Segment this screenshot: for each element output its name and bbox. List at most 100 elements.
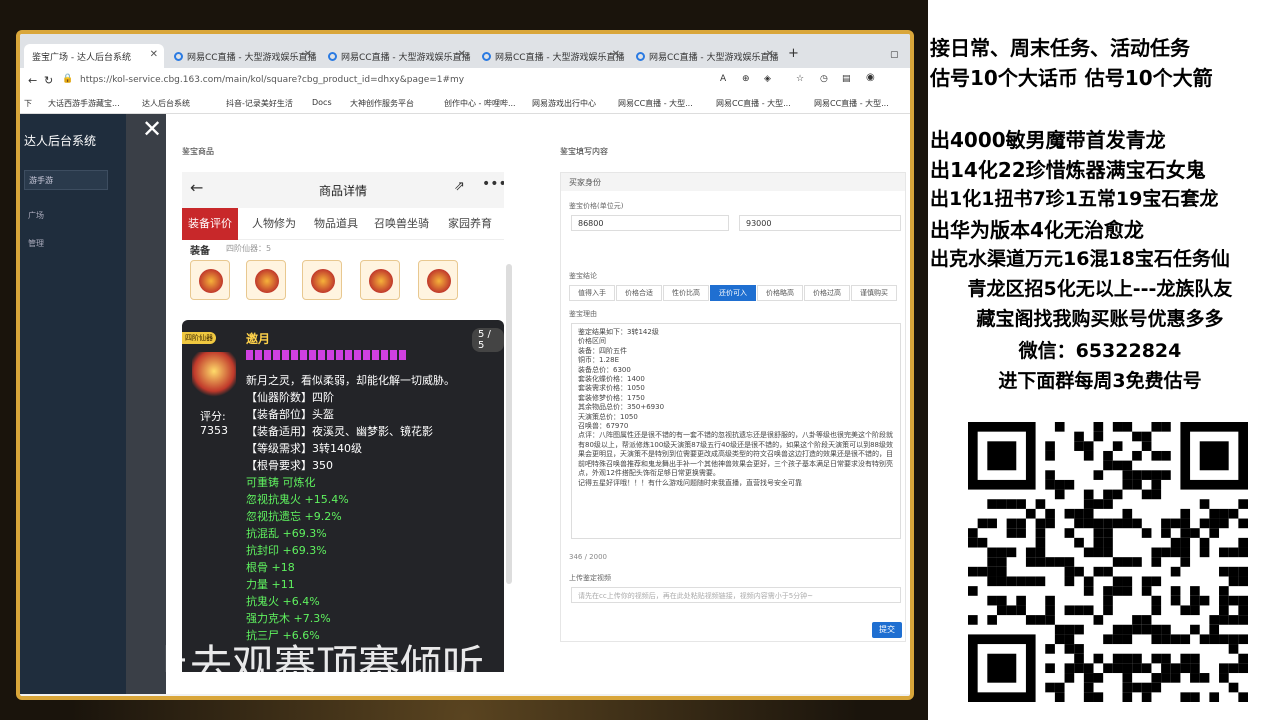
equipment-slot[interactable]: [418, 260, 458, 300]
read-aloud-icon[interactable]: A: [720, 74, 726, 84]
promo-line: 青龙区招5化无以上---龙族队友: [967, 278, 1233, 300]
cc-favicon-icon: [328, 52, 337, 61]
favorite-icon[interactable]: ☆: [796, 74, 804, 84]
downloads-icon[interactable]: ▤: [842, 74, 851, 84]
conclusion-option[interactable]: 性价比高: [663, 285, 709, 301]
attribute-line: 抗封印 +69.3%: [246, 544, 327, 557]
close-icon[interactable]: ✕: [138, 116, 166, 144]
bookmark-item[interactable]: 达人后台系统: [142, 98, 190, 109]
browser-tab-1[interactable]: 鉴宝广场 - 达人后台系统 ✕: [24, 44, 164, 68]
browser-tab-3[interactable]: 网易CC直播 - 大型游戏娱乐直播 ✕: [320, 44, 472, 68]
new-tab-button[interactable]: +: [784, 44, 804, 68]
buyer-identity: 买家身份: [561, 173, 905, 191]
zoom-icon[interactable]: ⊕: [742, 74, 750, 84]
scrollbar[interactable]: [506, 264, 512, 584]
browser-tab-4[interactable]: 网易CC直播 - 大型游戏娱乐直播 ✕: [474, 44, 626, 68]
tab-items[interactable]: 物品道具: [308, 208, 364, 240]
section-title-form: 鉴宝填写内容: [560, 147, 608, 156]
bookmark-item[interactable]: 网易CC直播 - 大型...: [618, 98, 693, 109]
url-text[interactable]: https://kol-service.cbg.163.com/main/kol…: [80, 75, 464, 85]
conclusion-option[interactable]: 值得入手: [569, 285, 615, 301]
browser-tab-2[interactable]: 网易CC直播 - 大型游戏娱乐直播 ✕: [166, 44, 318, 68]
video-link-input[interactable]: 请先在cc上传你的视频后，再在此处粘贴视频链接，视频内容需小于5分钟~: [571, 587, 901, 603]
tab-label: 鉴宝广场 - 达人后台系统: [32, 53, 131, 63]
attribute-line: 【装备部位】头盔: [246, 408, 334, 421]
close-tab-icon[interactable]: ✕: [766, 49, 774, 60]
sidebar-item-manage[interactable]: 管理: [28, 238, 44, 249]
back-icon[interactable]: ←: [28, 74, 37, 87]
refresh-icon[interactable]: ↻: [44, 74, 53, 87]
promo-line: 出克水渠道万元16混18宝石任务仙: [930, 248, 1230, 270]
equipment-slot[interactable]: [360, 260, 400, 300]
browser-tab-bar: 鉴宝广场 - 达人后台系统 ✕ 网易CC直播 - 大型游戏娱乐直播 ✕ 网易CC…: [20, 34, 910, 68]
equipment-slot[interactable]: [190, 260, 230, 300]
promo-line: 出4000敏男魔带首发青龙: [930, 128, 1166, 152]
conclusion-option[interactable]: 价格过高: [804, 285, 850, 301]
promo-line: 进下面群每周3免费估号: [998, 370, 1202, 392]
share-icon[interactable]: ⇗: [454, 179, 465, 194]
conclusion-option[interactable]: 还价可入: [710, 285, 756, 301]
tab-more[interactable]: 外: [498, 208, 504, 240]
reason-line: 装备总价：6300: [578, 365, 631, 374]
bookmarks-bar: 下 大话西游手游藏宝... 达人后台系统 抖音-记录美好生活 Docs 大神创作…: [20, 94, 910, 114]
equipment-sub: 四阶仙器：5: [226, 244, 272, 253]
window-restore-icon[interactable]: ▢: [882, 44, 902, 68]
history-icon[interactable]: ◷: [820, 74, 828, 84]
reason-line: 套装需求价格：1050: [578, 384, 645, 393]
tab-pets[interactable]: 召唤兽坐骑: [368, 208, 435, 240]
bookmark-item[interactable]: 抖音-记录美好生活: [226, 98, 293, 109]
attribute-line: 忽视抗鬼火 +15.4%: [246, 493, 349, 506]
attribute-line: 可重铸 可炼化: [246, 476, 316, 489]
close-tab-icon[interactable]: ✕: [458, 49, 466, 60]
bookmark-item[interactable]: 网易CC直播 - 大型...: [814, 98, 889, 109]
admin-sidebar: 达人后台系统 游手游 广场 管理: [20, 114, 126, 694]
tab-equipment-review[interactable]: 装备评价: [182, 208, 238, 240]
equipment-slot[interactable]: [246, 260, 286, 300]
score-value: 7353: [200, 424, 228, 437]
equipment-emblem-icon: [192, 352, 236, 400]
more-icon[interactable]: •••: [482, 176, 504, 192]
bookmark-item[interactable]: Docs: [312, 98, 332, 107]
bookmark-item[interactable]: 大神创作服务平台: [350, 98, 414, 109]
promo-line: 藏宝阁找我购买账号优惠多多: [976, 308, 1224, 330]
equipment-label: 装备: [190, 246, 210, 257]
conclusion-option[interactable]: 谨慎购买: [851, 285, 897, 301]
sidebar-item-square[interactable]: 广场: [28, 210, 44, 221]
browser-tab-5[interactable]: 网易CC直播 - 大型游戏娱乐直播 ✕: [628, 44, 780, 68]
tab-character[interactable]: 人物修为: [246, 208, 302, 240]
bookmark-item[interactable]: 创作中心 - 哔哩哔...: [444, 98, 516, 109]
bookmark-item[interactable]: 大话西游手游藏宝...: [48, 98, 120, 109]
conclusion-option[interactable]: 价格略高: [757, 285, 803, 301]
reason-textarea[interactable]: 鉴定结果如下：3转142级 价格区间 装备：四阶五件 铜币：1.28E 装备总价：630…: [571, 323, 901, 539]
close-tab-icon[interactable]: ✕: [304, 49, 312, 60]
bookmark-item[interactable]: 网易游戏出行中心: [532, 98, 596, 109]
game-select[interactable]: 游手游: [24, 170, 108, 190]
qr-code: [968, 422, 1248, 702]
bookmark-item[interactable]: 网易CC直播 - 大型...: [716, 98, 791, 109]
price-min-input[interactable]: 86800: [571, 215, 729, 231]
stream-caption: 上去观赛顶赛倾听: [148, 641, 485, 672]
tab-label: 网易CC直播 - 大型游戏娱乐直播: [341, 53, 471, 63]
extension-icon[interactable]: ◈: [764, 74, 771, 84]
conclusion-option[interactable]: 价格合适: [616, 285, 662, 301]
tab-home[interactable]: 家园养育: [442, 208, 498, 240]
attribute-line: 【仙器阶数】四阶: [246, 391, 334, 404]
price-label: 鉴宝价格(单位元): [569, 202, 624, 210]
price-max-input[interactable]: 93000: [739, 215, 901, 231]
close-tab-icon[interactable]: ✕: [612, 49, 620, 60]
product-header: ← 商品详情 ⇗ •••: [182, 172, 504, 208]
profile-icon[interactable]: ◉: [866, 72, 875, 83]
upload-label: 上传鉴定视频: [569, 574, 611, 582]
close-tab-icon[interactable]: ✕: [150, 49, 158, 60]
attribute-line: 【装备适用】夜溪灵、幽梦影、镜花影: [246, 425, 433, 438]
promo-line: 微信：65322824: [1018, 340, 1182, 362]
submit-button[interactable]: 提交: [872, 622, 902, 638]
promo-line: 出1化1扭书7珍1五常19宝石套龙: [930, 188, 1219, 210]
reason-line: 其余物品总价：350+6930: [578, 403, 665, 412]
bookmark-item[interactable]: 下: [24, 98, 32, 109]
reason-line: 天演策总价：1050: [578, 412, 638, 421]
attribute-line: 新月之灵，看似柔弱，却能化解一切威胁。: [246, 374, 455, 387]
promo-line: 接日常、周末任务、活动任务: [930, 36, 1190, 60]
tab-label: 网易CC直播 - 大型游戏娱乐直播: [187, 53, 317, 63]
equipment-slot[interactable]: [302, 260, 342, 300]
